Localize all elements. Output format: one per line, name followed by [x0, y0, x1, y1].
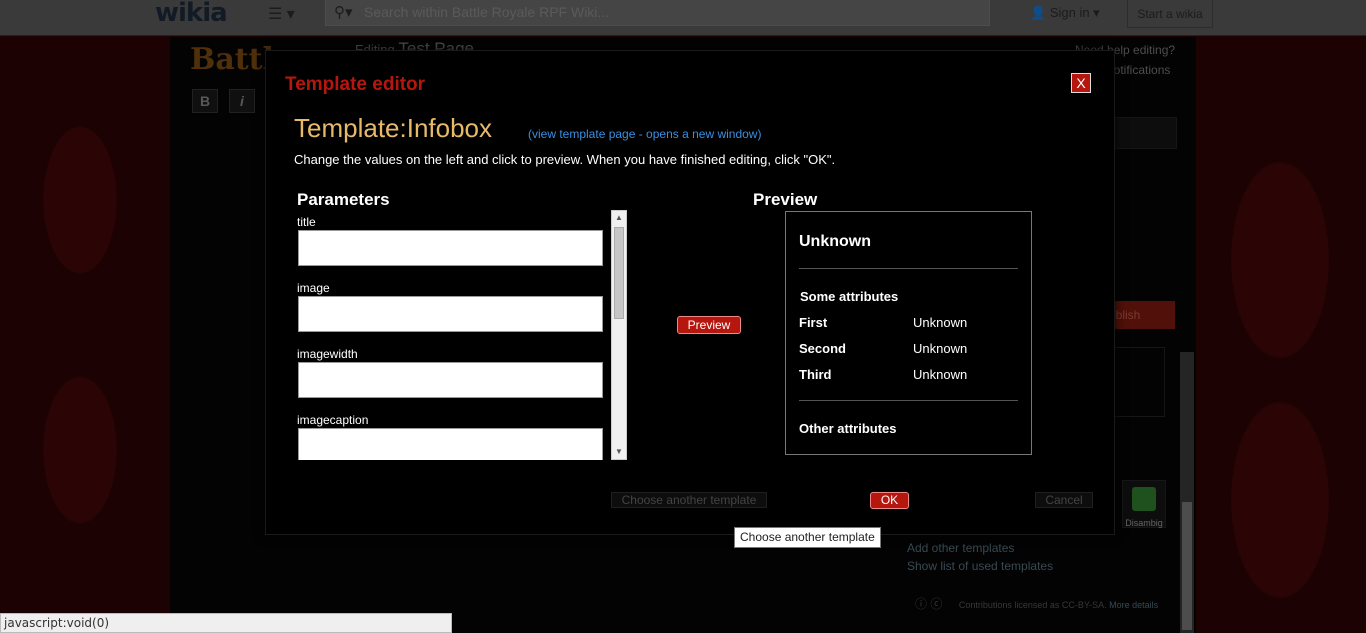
ok-button[interactable]: OK — [870, 492, 909, 509]
infobox-value: Unknown — [913, 341, 968, 356]
param-title-input[interactable] — [298, 230, 603, 266]
infobox-section: Some attributes — [800, 289, 899, 304]
template-name: Template:Infobox — [294, 113, 493, 143]
param-imagewidth: imagewidth — [297, 344, 627, 398]
parameters-scrollbar-thumb[interactable] — [614, 227, 624, 319]
param-imagewidth-input[interactable] — [298, 362, 603, 398]
infobox-section: Other attributes — [799, 421, 897, 436]
instructions-text: Change the values on the left and click … — [294, 152, 836, 167]
infobox-preview: Unknown Some attributes First Unknown Se… — [785, 211, 1032, 455]
infobox-key: Third — [799, 367, 832, 382]
param-label: imagecaption — [297, 413, 369, 427]
param-image-input[interactable] — [298, 296, 603, 332]
status-bar: javascript:void(0) — [0, 613, 452, 633]
param-label: imagewidth — [297, 347, 358, 361]
infobox-value: Unknown — [913, 367, 968, 382]
cancel-button[interactable]: Cancel — [1035, 492, 1093, 508]
divider — [799, 400, 1018, 401]
infobox-key: First — [799, 315, 828, 330]
infobox-title: Unknown — [799, 233, 871, 250]
param-title: title — [297, 212, 627, 266]
scroll-down-icon[interactable]: ▼ — [612, 445, 626, 459]
dialog-title: Template editor — [285, 74, 426, 95]
param-label: title — [297, 215, 316, 229]
choose-another-template-button[interactable]: Choose another template — [611, 492, 767, 508]
preview-heading: Preview — [753, 190, 818, 209]
infobox-value: Unknown — [913, 315, 968, 330]
parameters-scrollbar[interactable]: ▲ ▼ — [611, 210, 627, 460]
param-imagecaption-input[interactable] — [298, 428, 603, 460]
param-imagecaption: imagecaption — [297, 410, 627, 460]
scroll-up-icon[interactable]: ▲ — [612, 211, 626, 225]
infobox-key: Second — [799, 341, 846, 356]
divider — [799, 268, 1018, 269]
param-label: image — [297, 281, 330, 295]
param-image: image — [297, 278, 627, 332]
parameters-heading: Parameters — [297, 190, 390, 209]
view-template-link[interactable]: (view template page - opens a new window… — [528, 127, 761, 141]
template-editor-dialog: Template editor X Template:Infobox (view… — [265, 50, 1115, 535]
tooltip: Choose another template — [734, 527, 881, 548]
parameters-list: title image imagewidth imagecaption firs… — [297, 212, 627, 460]
close-button[interactable]: X — [1071, 73, 1091, 93]
preview-button[interactable]: Preview — [677, 316, 741, 334]
